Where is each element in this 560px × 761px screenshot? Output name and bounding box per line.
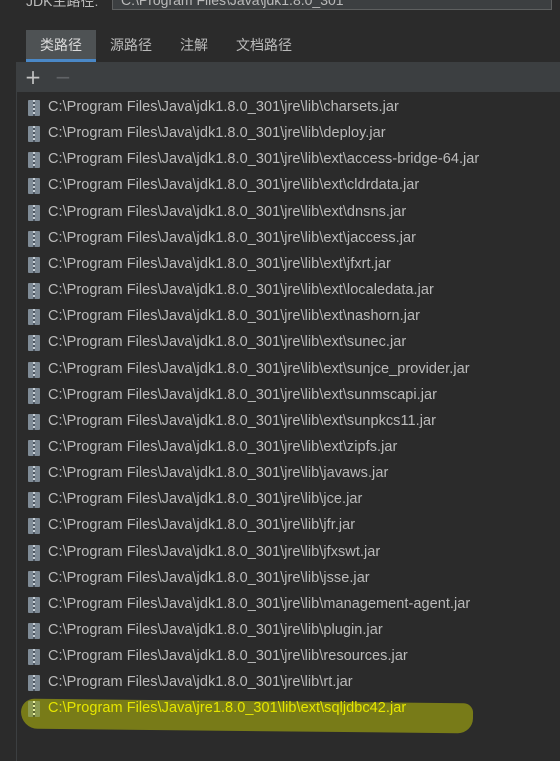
classpath-entry-path: C:\Program Files\Java\jdk1.8.0_301\jre\l… — [48, 491, 363, 508]
classpath-entry[interactable]: C:\Program Files\Java\jdk1.8.0_301\jre\l… — [17, 200, 557, 226]
classpath-entry[interactable]: C:\Program Files\Java\jdk1.8.0_301\jre\l… — [17, 147, 557, 173]
tab-sourcepath[interactable]: 源路径 — [96, 30, 166, 62]
tab-bar: 类路径 源路径 注解 文档路径 — [26, 30, 306, 62]
remove-icon[interactable]: − — [52, 66, 74, 88]
tab-documentation-paths[interactable]: 文档路径 — [222, 30, 306, 62]
classpath-entry[interactable]: C:\Program Files\Java\jdk1.8.0_301\jre\l… — [17, 226, 557, 252]
classpath-entry[interactable]: C:\Program Files\Java\jdk1.8.0_301\jre\l… — [17, 173, 557, 199]
classpath-entry[interactable]: C:\Program Files\Java\jdk1.8.0_301\jre\l… — [17, 409, 557, 435]
classpath-entry[interactable]: C:\Program Files\Java\jdk1.8.0_301\jre\l… — [17, 435, 557, 461]
classpath-entry[interactable]: C:\Program Files\Java\jdk1.8.0_301\jre\l… — [17, 121, 557, 147]
jar-archive-icon — [28, 361, 40, 378]
jdk-home-row: JDK主路径: C:\Program Files\Java\jdk1.8.0_3… — [0, 0, 560, 14]
jar-archive-icon — [28, 701, 40, 718]
jar-archive-icon — [28, 466, 40, 483]
classpath-entry-path: C:\Program Files\Java\jdk1.8.0_301\jre\l… — [48, 282, 434, 299]
classpath-entry-path: C:\Program Files\Java\jre1.8.0_301\lib\e… — [48, 700, 407, 717]
jar-archive-icon — [28, 596, 40, 613]
classpath-entry-path: C:\Program Files\Java\jdk1.8.0_301\jre\l… — [48, 648, 408, 665]
classpath-entry[interactable]: C:\Program Files\Java\jre1.8.0_301\lib\e… — [17, 696, 557, 722]
classpath-entry[interactable]: C:\Program Files\Java\jdk1.8.0_301\jre\l… — [17, 644, 557, 670]
classpath-entry-path: C:\Program Files\Java\jdk1.8.0_301\jre\l… — [48, 674, 353, 691]
tab-annotations[interactable]: 注解 — [166, 30, 222, 62]
jar-archive-icon — [28, 570, 40, 587]
classpath-entry-path: C:\Program Files\Java\jdk1.8.0_301\jre\l… — [48, 465, 389, 482]
classpath-entry-path: C:\Program Files\Java\jdk1.8.0_301\jre\l… — [48, 229, 416, 246]
jar-archive-icon — [28, 675, 40, 692]
jar-archive-icon — [28, 413, 40, 430]
classpath-entry-path: C:\Program Files\Java\jdk1.8.0_301\jre\l… — [48, 412, 436, 429]
jar-archive-icon — [28, 492, 40, 509]
classpath-entry[interactable]: C:\Program Files\Java\jdk1.8.0_301\jre\l… — [17, 513, 557, 539]
classpath-entry-path: C:\Program Files\Java\jdk1.8.0_301\jre\l… — [48, 308, 421, 325]
jdk-home-field[interactable]: C:\Program Files\Java\jdk1.8.0_301 — [112, 0, 552, 10]
classpath-entry[interactable]: C:\Program Files\Java\jdk1.8.0_301\jre\l… — [17, 252, 557, 278]
jar-archive-icon — [28, 518, 40, 535]
classpath-entry[interactable]: C:\Program Files\Java\jdk1.8.0_301\jre\l… — [17, 540, 557, 566]
classpath-entry[interactable]: C:\Program Files\Java\jdk1.8.0_301\jre\l… — [17, 592, 557, 618]
classpath-entry-path: C:\Program Files\Java\jdk1.8.0_301\jre\l… — [48, 125, 386, 142]
classpath-entry[interactable]: C:\Program Files\Java\jdk1.8.0_301\jre\l… — [17, 278, 557, 304]
classpath-entry-path: C:\Program Files\Java\jdk1.8.0_301\jre\l… — [48, 386, 438, 403]
classpath-entry-path: C:\Program Files\Java\jdk1.8.0_301\jre\l… — [48, 255, 391, 272]
classpath-entry-path: C:\Program Files\Java\jdk1.8.0_301\jre\l… — [48, 595, 471, 612]
classpath-entry-path: C:\Program Files\Java\jdk1.8.0_301\jre\l… — [48, 99, 399, 115]
classpath-entry-path: C:\Program Files\Java\jdk1.8.0_301\jre\l… — [48, 543, 381, 560]
jar-archive-icon — [28, 126, 40, 143]
jar-archive-icon — [28, 100, 40, 116]
classpath-toolbar: + − — [16, 62, 560, 92]
classpath-entry[interactable]: C:\Program Files\Java\jdk1.8.0_301\jre\l… — [17, 357, 557, 383]
classpath-list[interactable]: C:\Program Files\Java\jdk1.8.0_301\jre\l… — [16, 92, 560, 761]
classpath-entry[interactable]: C:\Program Files\Java\jdk1.8.0_301\jre\l… — [17, 330, 557, 356]
jar-archive-icon — [28, 283, 40, 300]
classpath-entry[interactable]: C:\Program Files\Java\jdk1.8.0_301\jre\l… — [17, 383, 557, 409]
tab-classpath[interactable]: 类路径 — [26, 30, 96, 62]
classpath-entry[interactable]: C:\Program Files\Java\jdk1.8.0_301\jre\l… — [17, 566, 557, 592]
classpath-entry-path: C:\Program Files\Java\jdk1.8.0_301\jre\l… — [48, 517, 356, 534]
jar-archive-icon — [28, 649, 40, 666]
jar-archive-icon — [28, 152, 40, 169]
jar-archive-icon — [28, 387, 40, 404]
classpath-entry-path: C:\Program Files\Java\jdk1.8.0_301\jre\l… — [48, 622, 383, 638]
jar-archive-icon — [28, 309, 40, 326]
jar-archive-icon — [28, 204, 40, 221]
classpath-entry-path: C:\Program Files\Java\jdk1.8.0_301\jre\l… — [48, 438, 398, 455]
classpath-entry-path: C:\Program Files\Java\jdk1.8.0_301\jre\l… — [48, 151, 480, 168]
classpath-entry-path: C:\Program Files\Java\jdk1.8.0_301\jre\l… — [48, 360, 470, 377]
classpath-entry[interactable]: C:\Program Files\Java\jdk1.8.0_301\jre\l… — [17, 95, 557, 121]
classpath-entry-path: C:\Program Files\Java\jdk1.8.0_301\jre\l… — [48, 203, 407, 220]
classpath-entry[interactable]: C:\Program Files\Java\jdk1.8.0_301\jre\l… — [17, 304, 557, 330]
classpath-entry[interactable]: C:\Program Files\Java\jdk1.8.0_301\jre\l… — [17, 670, 557, 696]
jar-archive-icon — [28, 178, 40, 195]
classpath-entry[interactable]: C:\Program Files\Java\jdk1.8.0_301\jre\l… — [17, 461, 557, 487]
classpath-entry-path: C:\Program Files\Java\jdk1.8.0_301\jre\l… — [48, 177, 420, 194]
jar-archive-icon — [28, 230, 40, 247]
jar-archive-icon — [28, 335, 40, 352]
add-icon[interactable]: + — [22, 66, 44, 88]
classpath-entry-path: C:\Program Files\Java\jdk1.8.0_301\jre\l… — [48, 569, 370, 586]
jdk-home-label: JDK主路径: — [26, 0, 99, 9]
jar-archive-icon — [28, 439, 40, 456]
jar-archive-icon — [28, 544, 40, 561]
jar-archive-icon — [28, 623, 40, 639]
jar-archive-icon — [28, 256, 40, 273]
classpath-entry-path: C:\Program Files\Java\jdk1.8.0_301\jre\l… — [48, 334, 407, 351]
classpath-entry[interactable]: C:\Program Files\Java\jdk1.8.0_301\jre\l… — [17, 487, 557, 513]
classpath-entry[interactable]: C:\Program Files\Java\jdk1.8.0_301\jre\l… — [17, 618, 557, 644]
